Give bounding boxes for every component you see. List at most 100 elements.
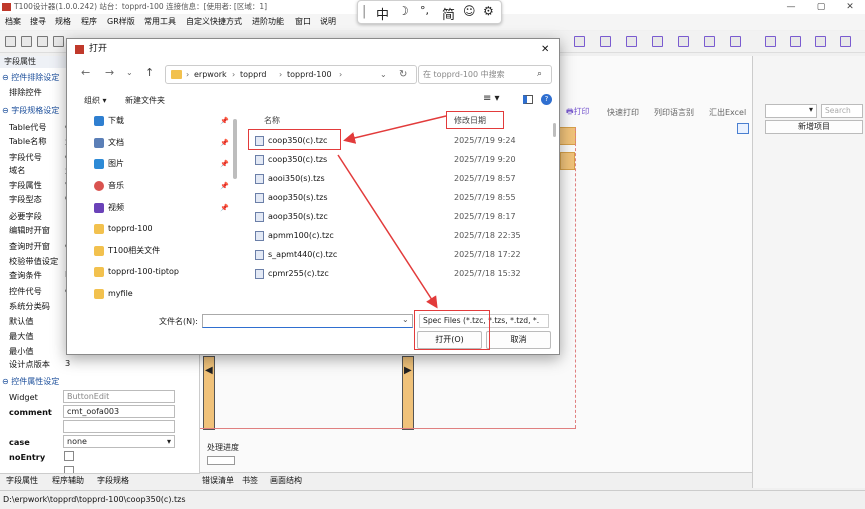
export-excel-action[interactable]: 汇出Excel bbox=[709, 107, 746, 118]
save-icon[interactable] bbox=[21, 36, 32, 47]
chart-icon[interactable] bbox=[815, 36, 826, 47]
new-folder-button[interactable]: 新建文件夹 bbox=[125, 95, 165, 106]
nav-item-downloads[interactable]: 下载 📌 bbox=[77, 111, 237, 131]
field-icon[interactable] bbox=[626, 36, 637, 47]
file-row[interactable]: aoop350(s).tzs 2025/7/19 8:55 bbox=[247, 188, 537, 207]
tool-icon[interactable] bbox=[53, 36, 64, 47]
right-select[interactable]: ▾ bbox=[765, 104, 817, 118]
nav-item-music[interactable]: 音乐 📌 bbox=[77, 176, 237, 196]
nav-item-videos[interactable]: 视频 📌 bbox=[77, 198, 237, 218]
image-icon[interactable] bbox=[840, 36, 851, 47]
ime-punctuation[interactable]: °, bbox=[420, 4, 429, 17]
right-search-input[interactable]: Search bbox=[821, 104, 863, 118]
cancel-button[interactable]: 取消 bbox=[486, 331, 551, 349]
group-icon[interactable] bbox=[704, 36, 715, 47]
filename-input[interactable]: ⌄ bbox=[202, 314, 413, 328]
breadcrumb-item[interactable]: topprd bbox=[240, 66, 266, 83]
breadcrumb-item[interactable]: erpwork bbox=[194, 66, 227, 83]
nav-item-folder[interactable]: T100相关文件 bbox=[77, 241, 237, 261]
help-icon[interactable]: ? bbox=[541, 94, 552, 105]
nav-scrollbar[interactable] bbox=[233, 119, 237, 179]
comment-field[interactable]: cmt_oofa003 bbox=[63, 405, 175, 418]
menu-tools[interactable]: 常用工具 bbox=[144, 16, 176, 27]
organize-button[interactable]: 组织 ▾ bbox=[84, 95, 107, 106]
dialog-search-input[interactable]: 在 topprd-100 中搜索 ⌕ bbox=[418, 65, 552, 84]
file-scrollbar[interactable] bbox=[553, 123, 556, 137]
link-icon[interactable] bbox=[790, 36, 801, 47]
tab-field-property[interactable]: 字段属性 bbox=[6, 475, 38, 486]
chevron-down-icon[interactable]: ⌄ bbox=[402, 315, 409, 324]
ime-chinese-mode[interactable]: 中 bbox=[376, 4, 389, 23]
moon-icon[interactable]: ☽ bbox=[398, 4, 409, 18]
nav-item-folder[interactable]: myfile bbox=[77, 284, 237, 304]
zoom-icon[interactable] bbox=[737, 123, 749, 134]
minimize-button[interactable]: — bbox=[776, 0, 806, 14]
collapse-icon[interactable]: ⊖ bbox=[2, 106, 11, 115]
widget-field[interactable]: ButtonEdit bbox=[63, 390, 175, 403]
grid-icon[interactable] bbox=[678, 36, 689, 47]
ime-handle-icon[interactable]: | bbox=[362, 4, 366, 19]
menu-spec[interactable]: 规格 bbox=[55, 16, 71, 27]
menu-window[interactable]: 窗口 bbox=[295, 16, 311, 27]
breadcrumb-item[interactable]: topprd-100 bbox=[287, 66, 332, 83]
menu-help[interactable]: 说明 bbox=[320, 16, 336, 27]
quick-print-action[interactable]: 快速打印 bbox=[607, 107, 639, 118]
menu-advanced[interactable]: 进阶功能 bbox=[252, 16, 284, 27]
menu-shortcuts[interactable]: 自定义快捷方式 bbox=[186, 16, 242, 27]
nav-item-folder[interactable]: topprd-100 bbox=[77, 219, 237, 239]
print-language-action[interactable]: 列印语言别 bbox=[654, 107, 694, 118]
nav-item-folder[interactable]: topprd-100-tiptop bbox=[77, 262, 237, 282]
button-icon[interactable] bbox=[765, 36, 776, 47]
noentry-checkbox[interactable] bbox=[64, 451, 74, 461]
canvas-control[interactable] bbox=[558, 127, 576, 145]
dialog-close-button[interactable]: ✕ bbox=[541, 39, 549, 60]
file-row[interactable]: s_apmt440(c).tzc 2025/7/18 17:22 bbox=[247, 245, 537, 264]
canvas-control[interactable] bbox=[560, 152, 575, 170]
nav-item-pictures[interactable]: 图片 📌 bbox=[77, 154, 237, 174]
back-arrow-icon[interactable]: ← bbox=[81, 66, 90, 79]
view-menu-icon[interactable]: ≡ ▾ bbox=[483, 93, 500, 104]
close-app-button[interactable]: ✕ bbox=[835, 0, 865, 14]
chevron-down-icon[interactable]: ⌄ bbox=[380, 66, 387, 83]
file-row[interactable]: cpmr255(c).tzc 2025/7/18 15:32 bbox=[247, 264, 537, 283]
chevron-down-icon[interactable]: ⌄ bbox=[126, 68, 133, 77]
layout-icon[interactable] bbox=[574, 36, 585, 47]
tab-error-list[interactable]: 错误清单 bbox=[202, 475, 234, 486]
menu-gr-template[interactable]: GR样版 bbox=[107, 16, 135, 27]
menu-program[interactable]: 程序 bbox=[81, 16, 97, 27]
refresh-icon[interactable]: ↻ bbox=[399, 66, 407, 83]
column-name[interactable]: 名称 bbox=[264, 115, 280, 126]
file-row[interactable]: apmm100(c).tzc 2025/7/18 22:35 bbox=[247, 226, 537, 245]
file-row[interactable]: aooi350(s).tzs 2025/7/19 8:57 bbox=[247, 169, 537, 188]
gear-icon[interactable]: ⚙ bbox=[483, 4, 494, 18]
tab-icon[interactable] bbox=[730, 36, 741, 47]
tab-screen-structure[interactable]: 画面结构 bbox=[270, 475, 302, 486]
canvas-left-handle[interactable]: ◀ bbox=[203, 356, 215, 430]
print-action[interactable]: 🖶打印 bbox=[566, 106, 590, 120]
tab-bookmark[interactable]: 书签 bbox=[242, 475, 258, 486]
label-icon[interactable] bbox=[600, 36, 611, 47]
add-item-button[interactable]: 新增项目 bbox=[765, 120, 863, 134]
canvas-right-handle[interactable]: ▶ bbox=[402, 356, 414, 430]
comment-extra-field[interactable] bbox=[63, 420, 175, 433]
tab-program-helper[interactable]: 程序辅助 bbox=[52, 475, 84, 486]
maximize-button[interactable]: ▢ bbox=[806, 0, 836, 14]
open-folder-icon[interactable] bbox=[5, 36, 16, 47]
file-row[interactable]: coop350(c).tzs 2025/7/19 9:20 bbox=[247, 150, 537, 169]
up-arrow-icon[interactable]: ↑ bbox=[145, 66, 154, 79]
collapse-icon[interactable]: ⊖ bbox=[2, 73, 11, 82]
tab-field-spec[interactable]: 字段规格 bbox=[97, 475, 129, 486]
table-icon[interactable] bbox=[652, 36, 663, 47]
zoom-controls[interactable] bbox=[207, 456, 235, 465]
emoji-icon[interactable]: ☺ bbox=[463, 4, 476, 18]
file-row[interactable]: aoop350(s).tzc 2025/7/19 8:17 bbox=[247, 207, 537, 226]
ime-simplified[interactable]: 简 bbox=[442, 4, 455, 23]
address-bar[interactable]: › erpwork › topprd › topprd-100 › ⌄ ↻ bbox=[165, 65, 417, 84]
collapse-icon[interactable]: ⊖ bbox=[2, 377, 11, 386]
menu-file[interactable]: 档案 bbox=[5, 16, 21, 27]
preview-pane-icon[interactable] bbox=[523, 95, 533, 104]
menu-search[interactable]: 搜寻 bbox=[30, 16, 46, 27]
print-icon[interactable] bbox=[37, 36, 48, 47]
nav-item-documents[interactable]: 文档 📌 bbox=[77, 133, 237, 153]
case-select[interactable]: none ▾ bbox=[63, 435, 175, 448]
